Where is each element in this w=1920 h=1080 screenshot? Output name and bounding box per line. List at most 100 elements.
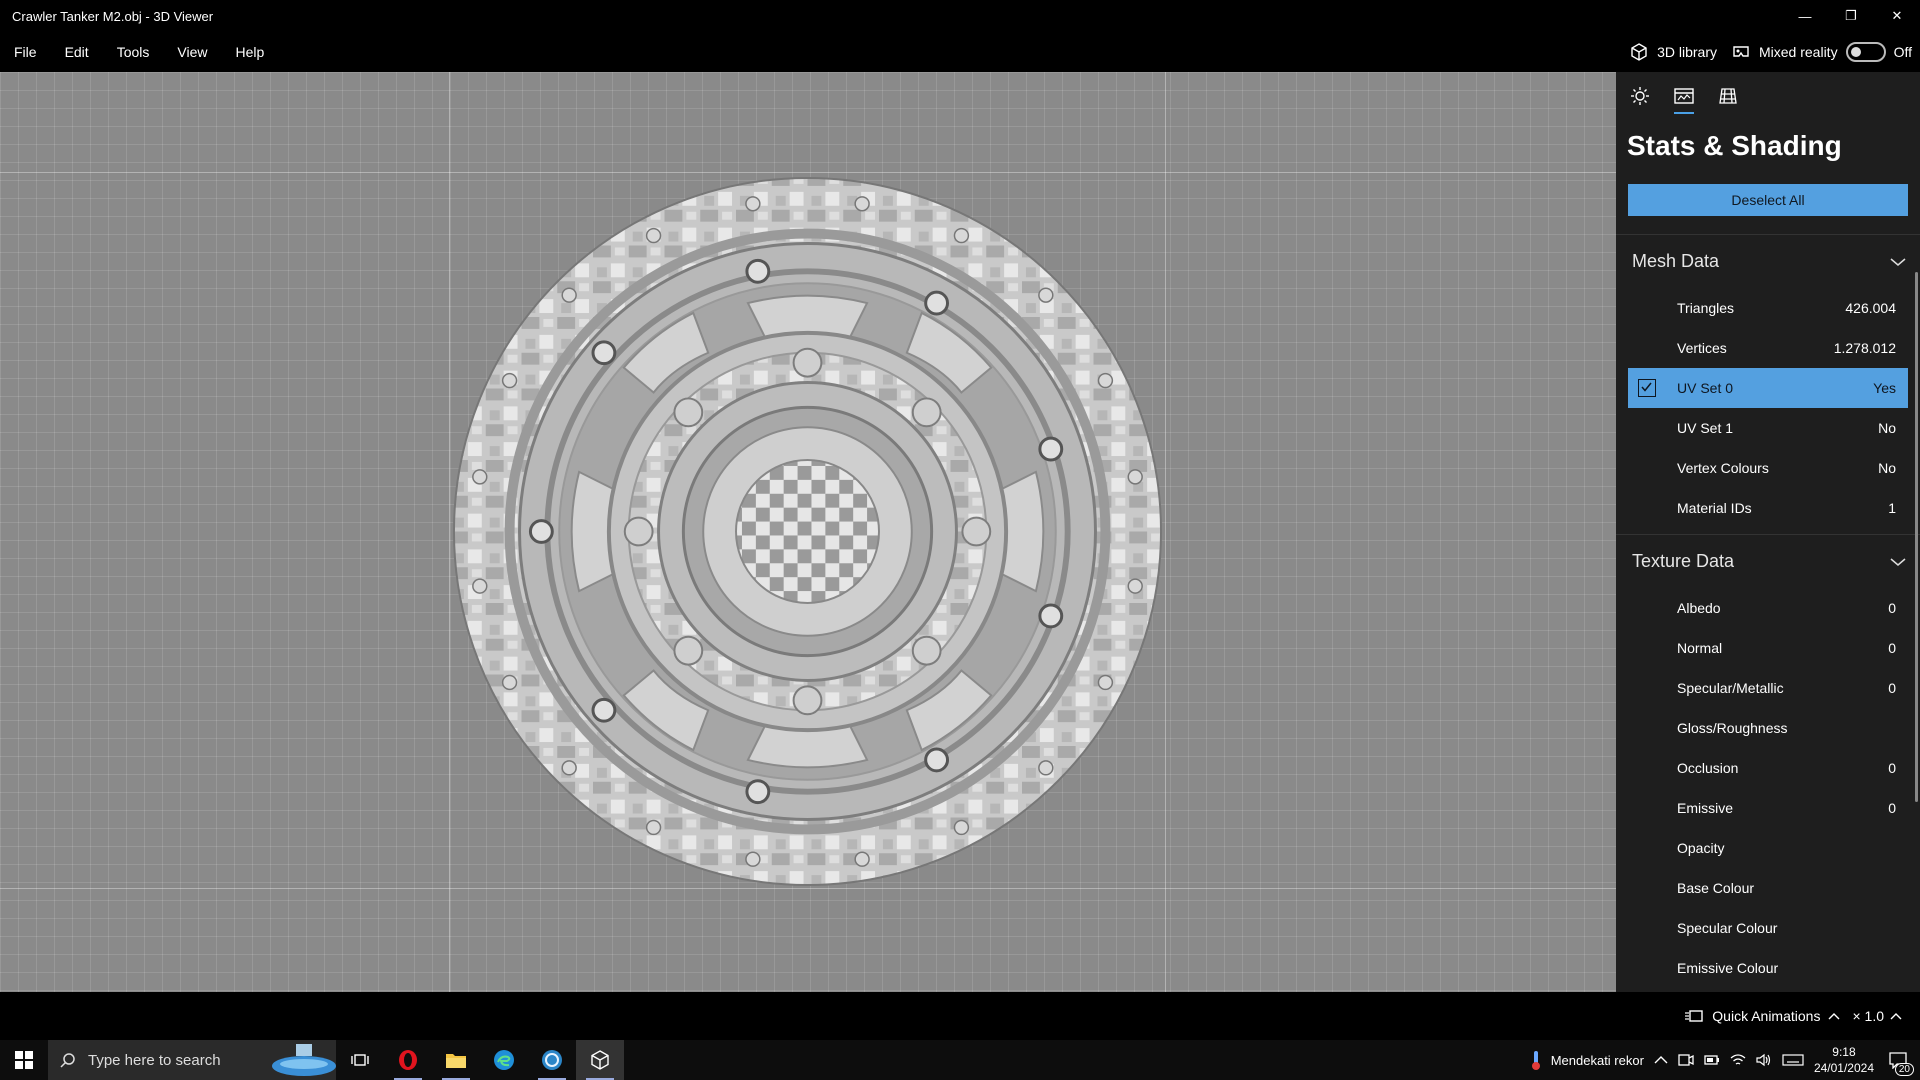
tab-grid[interactable] bbox=[1716, 86, 1740, 112]
mixed-reality-label: Mixed reality bbox=[1758, 44, 1838, 60]
clock-time: 9:18 bbox=[1832, 1045, 1856, 1059]
mixed-reality-toggle[interactable] bbox=[1845, 42, 1886, 62]
menu-bar: File Edit Tools View Help 3D library Mix… bbox=[0, 32, 1920, 72]
texture-label: Emissive Colour bbox=[1677, 960, 1779, 976]
quick-animations-button[interactable]: Quick Animations bbox=[1684, 1008, 1840, 1024]
tab-stats-shading[interactable] bbox=[1672, 86, 1696, 114]
animation-bar: Quick Animations × 1.0 bbox=[0, 992, 1920, 1040]
texture-row-occlusion[interactable]: Occlusion 0 bbox=[1616, 748, 1908, 788]
texture-row-normal[interactable]: Normal 0 bbox=[1616, 628, 1908, 668]
edge-icon bbox=[494, 1050, 514, 1070]
start-button[interactable] bbox=[0, 1040, 48, 1080]
taskbar-app[interactable] bbox=[528, 1040, 576, 1080]
panel-scrollbar[interactable] bbox=[1915, 272, 1918, 802]
texture-row-opacity[interactable]: Opacity bbox=[1616, 828, 1908, 868]
menu-help[interactable]: Help bbox=[221, 32, 278, 72]
3d-library-button[interactable]: 3D library bbox=[1629, 42, 1717, 62]
keyboard-icon[interactable] bbox=[1782, 1053, 1804, 1067]
3d-viewer-icon bbox=[591, 1050, 609, 1070]
restore-icon: ❐ bbox=[1845, 8, 1857, 23]
texture-row-albedo[interactable]: Albedo 0 bbox=[1616, 588, 1908, 628]
thermometer-icon bbox=[1531, 1051, 1540, 1070]
stats-icon bbox=[1674, 88, 1694, 104]
stat-label: Material IDs bbox=[1677, 500, 1752, 516]
windows-icon bbox=[15, 1051, 33, 1069]
stat-row-triangles: Triangles 426.004 bbox=[1616, 288, 1908, 328]
speed-button[interactable]: × 1.0 bbox=[1852, 1008, 1902, 1024]
taskbar-edge[interactable] bbox=[480, 1040, 528, 1080]
mesh-data-header[interactable]: Mesh Data bbox=[1616, 234, 1920, 288]
wifi-icon[interactable] bbox=[1730, 1053, 1746, 1067]
restore-button[interactable]: ❐ bbox=[1828, 0, 1874, 32]
minimize-icon: — bbox=[1798, 8, 1812, 24]
tab-lighting[interactable] bbox=[1628, 86, 1652, 112]
deselect-all-button[interactable]: Deselect All bbox=[1628, 184, 1908, 216]
stat-row-vertex-colours[interactable]: Vertex Colours No bbox=[1616, 448, 1908, 488]
task-view-icon bbox=[351, 1054, 369, 1066]
opera-icon bbox=[399, 1050, 417, 1070]
panel-title: Stats & Shading bbox=[1627, 130, 1842, 161]
stat-value: Yes bbox=[1873, 380, 1896, 396]
weather-widget[interactable]: Mendekati rekor bbox=[1529, 1049, 1644, 1071]
notifications-button[interactable]: 20 bbox=[1884, 1048, 1914, 1076]
checkbox[interactable] bbox=[1638, 379, 1656, 397]
clock[interactable]: 9:18 24/01/2024 bbox=[1814, 1044, 1874, 1076]
texture-row-emissive[interactable]: Emissive 0 bbox=[1616, 788, 1908, 828]
title-bar: Crawler Tanker M2.obj - 3D Viewer — ❐ ✕ bbox=[0, 0, 1920, 32]
taskbar-file-explorer[interactable] bbox=[432, 1040, 480, 1080]
stat-value: 1.278.012 bbox=[1833, 340, 1896, 356]
folder-icon bbox=[446, 1054, 466, 1068]
close-button[interactable]: ✕ bbox=[1874, 0, 1920, 32]
menu-tools[interactable]: Tools bbox=[103, 32, 164, 72]
3d-viewport[interactable] bbox=[0, 72, 1616, 992]
stat-label: Triangles bbox=[1677, 300, 1735, 316]
texture-label: Base Colour bbox=[1677, 880, 1755, 896]
search-highlight-image bbox=[272, 1044, 336, 1076]
chevron-up-icon[interactable] bbox=[1654, 1055, 1668, 1065]
minimize-button[interactable]: — bbox=[1782, 0, 1828, 32]
texture-label: Gloss/Roughness bbox=[1677, 720, 1788, 736]
taskbar-opera[interactable] bbox=[384, 1040, 432, 1080]
weather-text: Mendekati rekor bbox=[1550, 1052, 1644, 1068]
texture-data-title: Texture Data bbox=[1632, 551, 1735, 571]
taskbar-search[interactable]: Type here to search bbox=[48, 1040, 336, 1080]
meet-now-icon[interactable] bbox=[1678, 1053, 1694, 1067]
stat-label: Vertices bbox=[1677, 340, 1727, 356]
checkmark-icon bbox=[1641, 382, 1652, 392]
mixed-reality-group[interactable]: Mixed reality Off bbox=[1731, 42, 1912, 62]
taskbar-3d-viewer[interactable] bbox=[576, 1040, 624, 1080]
stat-row-uv-set-0[interactable]: UV Set 0 Yes bbox=[1628, 368, 1908, 408]
stat-row-vertices: Vertices 1.278.012 bbox=[1616, 328, 1908, 368]
texture-row-gloss-roughness[interactable]: Gloss/Roughness bbox=[1616, 708, 1908, 748]
toggle-knob bbox=[1850, 47, 1861, 57]
menu-file[interactable]: File bbox=[0, 32, 51, 72]
texture-row-emissive-colour[interactable]: Emissive Colour bbox=[1616, 948, 1908, 988]
battery-icon[interactable] bbox=[1704, 1053, 1720, 1067]
texture-label: Emissive bbox=[1677, 800, 1734, 816]
texture-row-specular-colour[interactable]: Specular Colour bbox=[1616, 908, 1908, 948]
texture-label: Specular Colour bbox=[1677, 920, 1778, 936]
texture-value: 0 bbox=[1888, 640, 1896, 656]
volume-icon[interactable] bbox=[1756, 1053, 1772, 1067]
texture-value: 0 bbox=[1888, 680, 1896, 696]
menu-view[interactable]: View bbox=[163, 32, 221, 72]
window-title: Crawler Tanker M2.obj - 3D Viewer bbox=[12, 8, 214, 24]
quick-animations-label: Quick Animations bbox=[1712, 1008, 1821, 1024]
texture-row-specular-metallic[interactable]: Specular/Metallic 0 bbox=[1616, 668, 1908, 708]
cube-icon bbox=[1631, 43, 1647, 61]
stats-panel: Stats & Shading Deselect All Mesh Data T… bbox=[1616, 72, 1920, 992]
speed-value: × 1.0 bbox=[1852, 1008, 1884, 1024]
stat-label: UV Set 0 bbox=[1677, 380, 1734, 396]
task-view-button[interactable] bbox=[336, 1040, 384, 1080]
chevron-down-icon bbox=[1890, 557, 1906, 566]
texture-data-header[interactable]: Texture Data bbox=[1616, 534, 1920, 588]
stat-label: UV Set 1 bbox=[1677, 420, 1734, 436]
stat-label: Vertex Colours bbox=[1677, 460, 1769, 476]
texture-label: Specular/Metallic bbox=[1677, 680, 1784, 696]
mesh-data-title: Mesh Data bbox=[1632, 251, 1720, 271]
grid-icon bbox=[1719, 88, 1737, 104]
stat-row-uv-set-1[interactable]: UV Set 1 No bbox=[1616, 408, 1908, 448]
menu-edit[interactable]: Edit bbox=[51, 32, 103, 72]
texture-row-base-colour[interactable]: Base Colour bbox=[1616, 868, 1908, 908]
stat-row-material-ids[interactable]: Material IDs 1 bbox=[1616, 488, 1908, 528]
